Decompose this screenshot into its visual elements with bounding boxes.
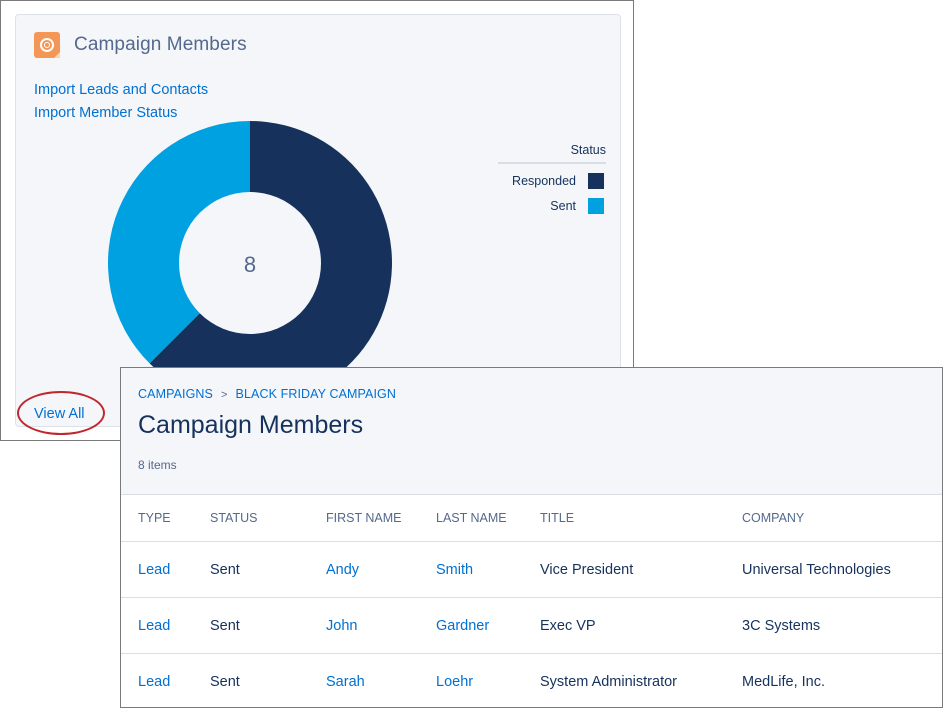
cell-company: 3C Systems: [742, 597, 942, 654]
cell-first-name[interactable]: Sarah: [326, 654, 436, 708]
legend-title: Status: [498, 143, 606, 164]
table-row: Lead Sent Andy Smith Vice President Univ…: [121, 541, 942, 598]
legend-label: Sent: [550, 199, 576, 213]
breadcrumb-campaigns[interactable]: CAMPAIGNS: [138, 387, 213, 401]
members-table: TYPE STATUS FIRST NAME LAST NAME TITLE C…: [121, 495, 942, 708]
legend-swatch: [588, 173, 604, 189]
breadcrumb: CAMPAIGNS > BLACK FRIDAY CAMPAIGN: [138, 387, 396, 401]
highlight-circle: [17, 391, 105, 435]
cell-last-name[interactable]: Loehr: [436, 654, 540, 708]
legend-label: Responded: [512, 174, 576, 188]
column-header-status[interactable]: STATUS: [210, 495, 326, 542]
cell-status: Sent: [210, 541, 326, 598]
column-header-first-name[interactable]: FIRST NAME: [326, 495, 436, 542]
cell-status: Sent: [210, 597, 326, 654]
cell-type[interactable]: Lead: [121, 541, 210, 598]
list-header: CAMPAIGNS > BLACK FRIDAY CAMPAIGN Campaign…: [121, 368, 942, 495]
campaign-members-list-view: CAMPAIGNS > BLACK FRIDAY CAMPAIGN Campaign…: [120, 367, 943, 708]
cell-first-name[interactable]: Andy: [326, 541, 436, 598]
cell-status: Sent: [210, 673, 240, 690]
column-header-type[interactable]: TYPE: [121, 495, 210, 542]
column-header-title[interactable]: TITLE: [540, 495, 742, 542]
cell-company: Universal Technologies: [742, 541, 942, 598]
cell-type[interactable]: Lead: [121, 654, 210, 708]
breadcrumb-separator: >: [221, 389, 228, 401]
cell-company: MedLife, Inc.: [742, 673, 826, 690]
cell-title: Exec VP: [540, 597, 742, 654]
table-header-row: TYPE STATUS FIRST NAME LAST NAME TITLE C…: [121, 495, 942, 542]
legend-item-responded[interactable]: Responded: [498, 173, 606, 189]
cell-type[interactable]: Lead: [121, 597, 210, 654]
column-header-company[interactable]: COMPANY: [742, 495, 942, 542]
chart-legend: Status Responded Sent: [498, 143, 606, 214]
breadcrumb-black-friday-campaign[interactable]: BLACK FRIDAY CAMPAIGN: [236, 387, 396, 401]
legend-item-sent[interactable]: Sent: [498, 198, 606, 214]
campaign-members-card: Campaign Members Import Leads and Contac…: [15, 14, 621, 427]
cell-last-name[interactable]: Gardner: [436, 597, 540, 654]
cell-title: Vice President: [540, 541, 742, 598]
item-count: 8 items: [138, 458, 177, 472]
column-header-last-name[interactable]: LAST NAME: [436, 495, 540, 542]
donut-center-label: 8: [244, 252, 256, 277]
cell-last-name[interactable]: Smith: [436, 541, 540, 598]
table-row: Lead Sent John Gardner Exec VP 3C System…: [121, 597, 942, 654]
table-row: Lead Sent Sarah Loehr System Administrat…: [121, 654, 942, 708]
page-title: Campaign Members: [138, 411, 364, 439]
legend-swatch: [588, 198, 604, 214]
cell-first-name[interactable]: John: [326, 597, 436, 654]
cell-title: System Administrator: [540, 673, 677, 690]
